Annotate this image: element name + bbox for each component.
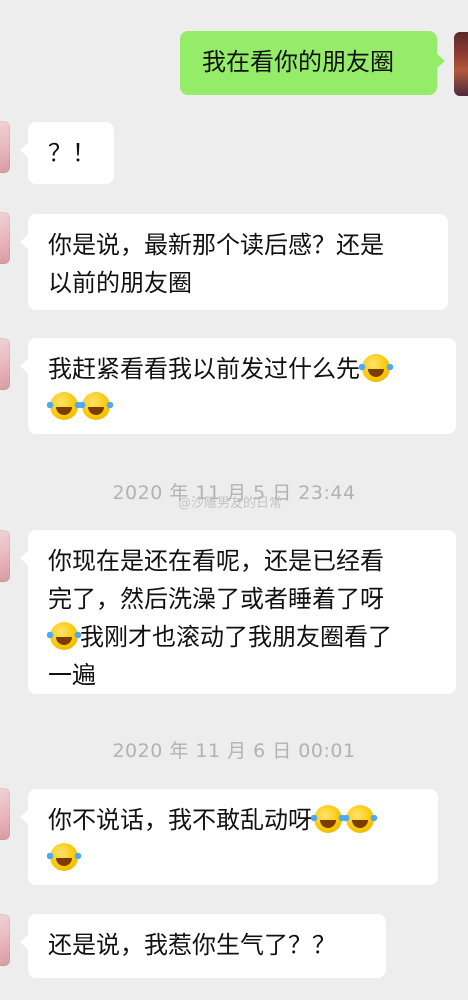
laughing-tears-emoji-icon <box>79 392 113 420</box>
message-bubble-received[interactable]: ？！ <box>20 122 114 184</box>
message-bubble-received[interactable]: 还是说，我惹你生气了？？ <box>20 914 386 978</box>
message-bubble-received[interactable]: 你现在是还在看呢，还是已经看 完了，然后洗澡了或者睡着了呀 我刚才也滚动了我朋友… <box>20 530 456 694</box>
contact-avatar[interactable] <box>0 530 10 582</box>
laughing-tears-emoji-icon <box>343 805 377 833</box>
contact-avatar[interactable] <box>0 914 10 966</box>
message-bubble-received[interactable]: 你是说，最新那个读后感？还是 以前的朋友圈 <box>20 214 448 310</box>
message-text-line: 你现在是还在看呢，还是已经看 <box>48 547 384 575</box>
message-text: 我刚才也滚动了我朋友圈看了 <box>80 623 392 651</box>
laughing-tears-emoji-icon <box>311 805 345 833</box>
message-text-line: 你是说，最新那个读后感？还是 <box>48 231 384 259</box>
watermark: @沙雕男友的日常 <box>178 496 283 511</box>
contact-avatar[interactable] <box>0 212 10 264</box>
message-bubble-sent[interactable]: 我在看你的朋友圈 <box>180 31 445 95</box>
message-text-line: 完了，然后洗澡了或者睡着了呀 <box>48 585 384 613</box>
timestamp: 2020 年 11 月 6 日 00:01 <box>112 740 356 762</box>
message-bubble-received[interactable]: 我赶紧看看我以前发过什么先 <box>20 338 456 434</box>
message-text: 我在看你的朋友圈 <box>202 48 394 76</box>
laughing-tears-emoji-icon <box>47 843 81 871</box>
contact-avatar[interactable] <box>0 121 10 173</box>
message-text: 还是说，我惹你生气了？？ <box>48 931 336 959</box>
message-text-line: 以前的朋友圈 <box>48 269 192 297</box>
laughing-tears-emoji-icon <box>359 354 393 382</box>
contact-avatar[interactable] <box>0 788 10 840</box>
contact-avatar[interactable] <box>0 338 10 390</box>
message-text: ？！ <box>48 139 96 167</box>
laughing-tears-emoji-icon <box>47 622 81 650</box>
message-text-line: 一遍 <box>48 661 96 689</box>
message-bubble-received[interactable]: 你不说话，我不敢乱动呀 <box>20 789 438 885</box>
laughing-tears-emoji-icon <box>47 392 81 420</box>
message-text: 我赶紧看看我以前发过什么先 <box>48 355 360 383</box>
message-text: 你不说话，我不敢乱动呀 <box>48 806 312 834</box>
my-avatar[interactable] <box>454 32 468 96</box>
